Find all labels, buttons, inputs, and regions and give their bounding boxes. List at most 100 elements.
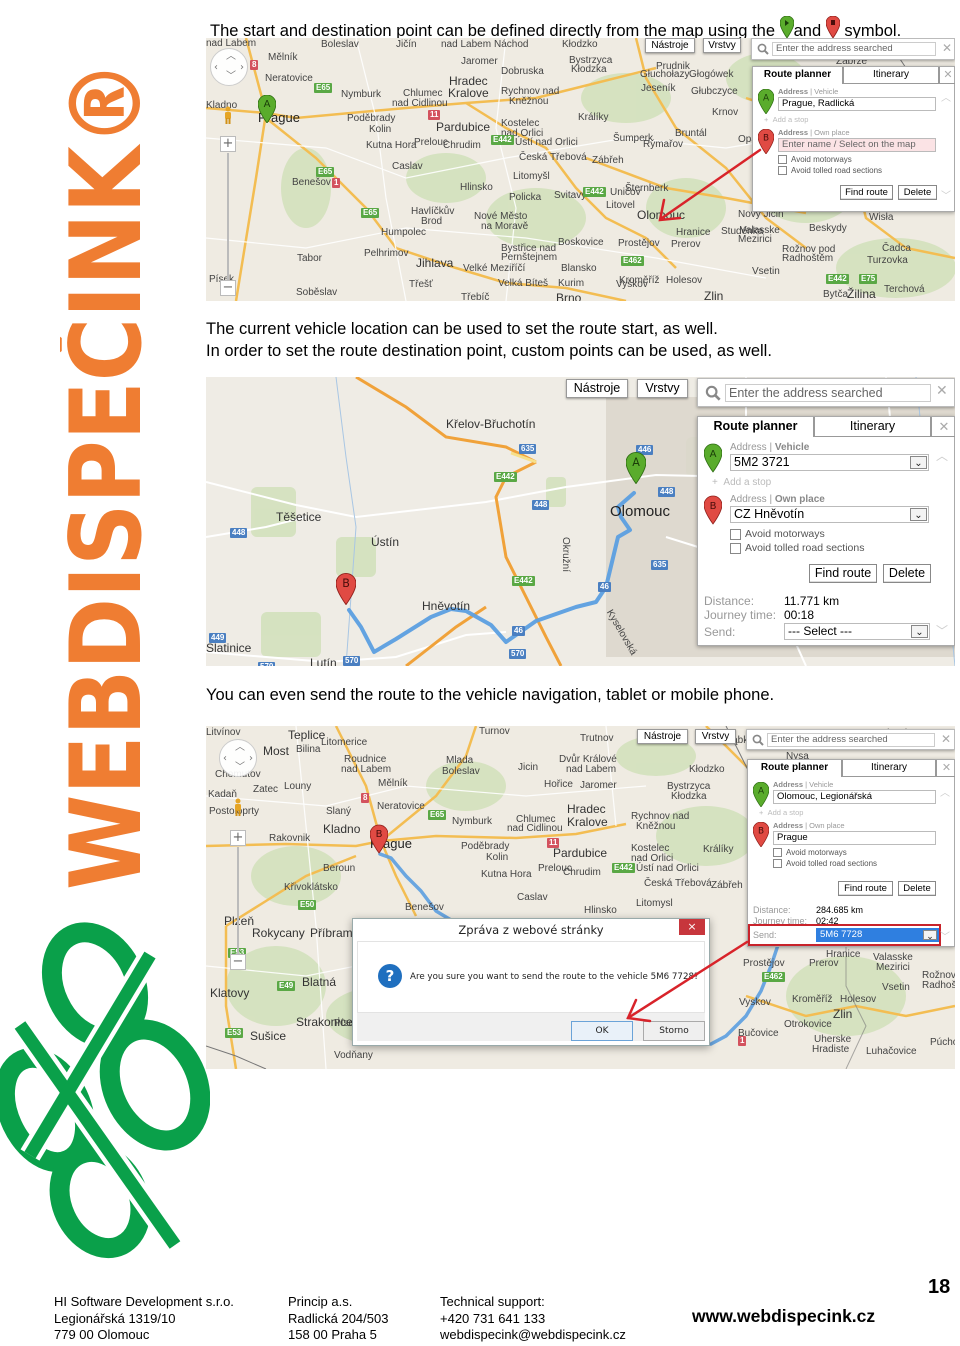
address-option[interactable]: Address bbox=[730, 494, 767, 505]
chevron-down-icon[interactable]: ⌄ bbox=[910, 508, 927, 521]
zoom-out-button[interactable]: − bbox=[230, 954, 246, 970]
layers-button[interactable]: Vrstvy bbox=[637, 379, 688, 398]
add-stop-label[interactable]: Add a stop bbox=[768, 808, 804, 817]
pan-up-icon[interactable]: ︿ bbox=[226, 51, 236, 63]
close-panel-icon[interactable]: ✕ bbox=[931, 417, 955, 437]
add-stop-link[interactable]: + Add a stop bbox=[764, 115, 808, 124]
close-panel-icon[interactable]: ✕ bbox=[939, 67, 955, 84]
avoid-motorways-checkbox[interactable]: Avoid motorways bbox=[773, 848, 847, 858]
pan-control[interactable]: ︿ ‹ › ﹀ bbox=[210, 48, 248, 86]
pan-control[interactable]: ︿ ‹ › ﹀ bbox=[219, 739, 257, 777]
website-link[interactable]: www.webdispecink.cz bbox=[692, 1306, 875, 1327]
zoom-out-button[interactable]: − bbox=[220, 280, 236, 296]
pan-left-icon[interactable]: ‹ bbox=[223, 753, 227, 765]
address-option[interactable]: Address bbox=[773, 780, 803, 789]
chevron-down-icon[interactable]: ⌄ bbox=[910, 456, 927, 469]
own-place-select[interactable]: CZ Hněvotín ⌄ bbox=[730, 506, 929, 523]
avoid-tolls-checkbox[interactable]: Avoid tolled road sections bbox=[730, 542, 864, 554]
add-stop-link[interactable]: + Add a stop bbox=[759, 808, 803, 817]
vehicle-option[interactable]: Vehicle bbox=[809, 780, 833, 789]
chevron-down-icon[interactable]: ⌄ bbox=[911, 625, 928, 638]
tools-button[interactable]: Nástroje bbox=[566, 379, 628, 398]
close-panel-icon[interactable]: ✕ bbox=[936, 760, 955, 777]
address-option[interactable]: Address bbox=[778, 87, 808, 96]
map-screenshot-1[interactable]: nad Labem Mělník Boleslav Jičín nad Labe… bbox=[206, 38, 955, 301]
support-email-link[interactable]: webdispecink@webdispecink.cz bbox=[440, 1327, 626, 1344]
search-icon[interactable] bbox=[705, 385, 721, 401]
street-view-pegman-icon[interactable] bbox=[233, 798, 243, 816]
pan-up-icon[interactable]: ︿ bbox=[235, 742, 245, 754]
avoid-tolls-checkbox[interactable]: Avoid tolled road sections bbox=[778, 166, 882, 176]
search-icon[interactable] bbox=[752, 734, 764, 746]
address-search-input[interactable]: Enter the address searched bbox=[767, 733, 935, 747]
tab-itinerary[interactable]: Itinerary bbox=[843, 67, 939, 84]
start-address-input[interactable]: Olomouc, Legionářská bbox=[773, 790, 936, 804]
tab-route-planner[interactable]: Route planner bbox=[698, 417, 814, 437]
marker-b-icon[interactable]: B bbox=[370, 824, 388, 854]
tab-route-planner[interactable]: Route planner bbox=[753, 67, 843, 84]
scroll-down-icon[interactable]: ﹀ bbox=[941, 187, 951, 202]
vehicle-select[interactable]: 5M2 3721 ⌄ bbox=[730, 454, 929, 471]
address-search-input[interactable]: Enter the address searched bbox=[725, 384, 931, 402]
add-stop-label[interactable]: Add a stop bbox=[773, 115, 809, 124]
own-place-option[interactable]: Own place bbox=[775, 494, 825, 505]
add-stop-label[interactable]: Add a stop bbox=[723, 477, 771, 488]
cancel-button[interactable]: Storno bbox=[643, 1021, 705, 1041]
address-option[interactable]: Address bbox=[778, 128, 808, 137]
zoom-in-button[interactable]: + bbox=[220, 136, 236, 152]
support-phone[interactable]: +420 731 641 133 bbox=[440, 1311, 626, 1328]
own-place-option[interactable]: Own place bbox=[809, 821, 844, 830]
layers-button[interactable]: Vrstvy bbox=[703, 38, 741, 53]
vehicle-option[interactable]: Vehicle bbox=[814, 87, 838, 96]
delete-button[interactable]: Delete bbox=[898, 185, 937, 200]
street-view-pegman-icon[interactable] bbox=[223, 106, 233, 124]
delete-button[interactable]: Delete bbox=[898, 881, 936, 896]
avoid-motorways-checkbox[interactable]: Avoid motorways bbox=[730, 528, 825, 540]
scroll-up-icon[interactable]: ︿ bbox=[940, 784, 950, 799]
pan-right-icon[interactable]: › bbox=[249, 753, 253, 765]
vehicle-option[interactable]: Vehicle bbox=[775, 442, 809, 453]
avoid-tolls-checkbox[interactable]: Avoid tolled road sections bbox=[773, 859, 877, 869]
pan-left-icon[interactable]: ‹ bbox=[214, 62, 218, 74]
zoom-slider[interactable] bbox=[237, 847, 239, 957]
dialog-close-button[interactable]: × bbox=[679, 919, 705, 935]
marker-a-icon[interactable]: A bbox=[258, 95, 276, 123]
avoid-motorways-checkbox[interactable]: Avoid motorways bbox=[778, 155, 852, 165]
pan-right-icon[interactable]: › bbox=[240, 62, 244, 74]
tools-button[interactable]: Nástroje bbox=[637, 729, 688, 744]
start-address-input[interactable]: Prague, Radlická bbox=[778, 97, 936, 111]
pan-down-icon[interactable]: ﹀ bbox=[235, 762, 245, 774]
map-screenshot-2[interactable]: Křelov-Břuchotín Těšetice Ústín Olomouc … bbox=[206, 377, 955, 666]
zoom-slider[interactable] bbox=[227, 153, 229, 283]
find-route-button[interactable]: Find route bbox=[838, 881, 893, 896]
address-option[interactable]: Address bbox=[730, 442, 767, 453]
pan-down-icon[interactable]: ﹀ bbox=[226, 71, 236, 83]
scroll-up-icon[interactable]: ︿ bbox=[941, 89, 951, 104]
scroll-down-icon[interactable]: ﹀ bbox=[940, 928, 950, 943]
layers-button[interactable]: Vrstvy bbox=[695, 729, 736, 744]
ok-button[interactable]: OK bbox=[571, 1021, 633, 1041]
zoom-in-button[interactable]: + bbox=[230, 830, 246, 846]
find-route-button[interactable]: Find route bbox=[840, 185, 893, 200]
destination-address-input[interactable]: Prague bbox=[773, 831, 936, 845]
clear-search-icon[interactable]: ✕ bbox=[936, 383, 948, 399]
add-stop-link[interactable]: + Add a stop bbox=[712, 477, 771, 488]
destination-address-input[interactable]: Enter name / Select on the map bbox=[778, 138, 936, 152]
send-target-select[interactable]: --- Select --- ⌄ bbox=[784, 623, 930, 640]
scroll-up-icon[interactable]: ︿ bbox=[936, 447, 948, 464]
clear-search-icon[interactable]: ✕ bbox=[941, 732, 951, 746]
scroll-down-icon[interactable]: ﹀ bbox=[936, 622, 948, 639]
tab-itinerary[interactable]: Itinerary bbox=[814, 417, 931, 437]
own-place-option[interactable]: Own place bbox=[814, 128, 849, 137]
tools-button[interactable]: Nástroje bbox=[645, 38, 695, 53]
clear-search-icon[interactable]: ✕ bbox=[942, 41, 952, 55]
marker-a-icon[interactable]: A bbox=[626, 452, 646, 484]
tab-itinerary[interactable]: Itinerary bbox=[842, 760, 936, 777]
address-search-input[interactable]: Enter the address searched bbox=[772, 42, 936, 56]
tab-route-planner[interactable]: Route planner bbox=[748, 760, 842, 777]
find-route-button[interactable]: Find route bbox=[809, 564, 877, 583]
delete-button[interactable]: Delete bbox=[883, 564, 931, 583]
search-icon[interactable] bbox=[757, 43, 769, 55]
marker-b-icon[interactable]: B bbox=[336, 573, 356, 605]
address-option[interactable]: Address bbox=[773, 821, 803, 830]
